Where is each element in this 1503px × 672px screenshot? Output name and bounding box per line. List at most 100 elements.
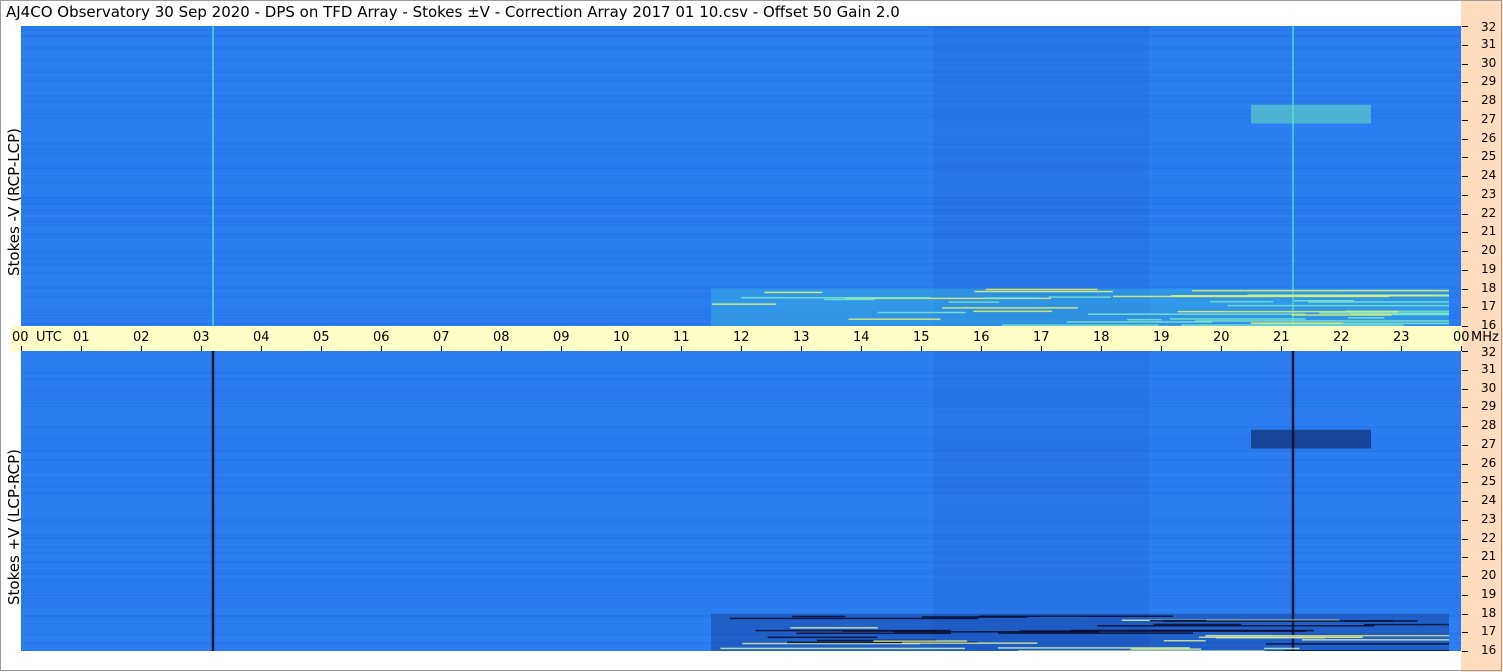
frequency-band [21,113,1461,115]
x-tick-label: 19 [1153,330,1170,345]
burst-streak [877,311,966,314]
burst-streak [711,303,777,305]
x-tick-label: 16 [973,330,990,345]
burst-streak [792,615,846,618]
bottom-spectrogram-plot [21,351,1461,651]
y-tick-label: 19 [1481,261,1497,276]
frequency-band [21,158,1461,160]
burst-streak [1347,317,1385,319]
x-tick-mark [201,346,202,351]
frequency-band [21,450,1461,452]
frequency-band [21,432,1461,434]
y-tick-mark [1462,288,1468,290]
frequency-band [21,525,1461,527]
y-tick-label: 27 [1481,436,1497,451]
frequency-band [21,281,1461,283]
burst-streak [893,630,1100,633]
frequency-band [21,573,1461,575]
y-tick-label: 20 [1481,243,1497,257]
frequency-band [21,272,1461,274]
frequency-band [21,50,1461,52]
frequency-band [21,161,1461,163]
x-tick-label: 17 [1033,330,1050,345]
frequency-band [21,260,1461,262]
frequency-band [21,83,1461,85]
frequency-band [21,71,1461,73]
frequency-band [21,516,1461,518]
burst-streak [1153,623,1242,626]
frequency-band [21,429,1461,431]
frequency-band [21,59,1461,61]
frequency-band [21,591,1461,593]
frequency-band [21,438,1461,440]
x-tick-mark [501,346,502,351]
frequency-band [21,402,1461,404]
frequency-band [21,29,1461,31]
burst-streak [985,288,1098,291]
frequency-band [21,453,1461,455]
y-tick-label: 17 [1481,624,1497,639]
frequency-band [21,164,1461,166]
frequency-band [21,92,1461,94]
y-tick-label: 23 [1481,186,1497,201]
frequency-band [21,603,1461,605]
burst-streak [1127,318,1162,321]
x-tick-mark [861,346,862,351]
burst-streak [796,632,951,635]
frequency-band [21,155,1461,157]
frequency-band [21,143,1461,145]
x-tick-mark [321,346,322,351]
frequency-band [21,444,1461,446]
frequency-band [21,597,1461,599]
frequency-band [21,191,1461,193]
frequency-band [21,110,1461,112]
frequency-band [21,522,1461,524]
burst-streak [1364,623,1449,626]
frequency-band [21,420,1461,422]
x-tick-label: 08 [493,330,510,345]
frequency-band [21,68,1461,70]
burst-streak [1293,300,1354,302]
burst-streak [1227,304,1449,307]
x-tick-label: 12 [733,330,750,345]
x-tick-label: 04 [253,330,270,345]
frequency-band [21,555,1461,557]
frequency-band [21,167,1461,169]
y-tick-mark [1462,82,1468,84]
frequency-band [21,606,1461,608]
x-tick-label: 09 [553,330,570,345]
x-tick-mark [1041,346,1042,351]
frequency-band [21,609,1461,611]
y-tick-mark [1462,44,1468,46]
y-tick-mark [1462,119,1468,121]
frequency-band [21,390,1461,392]
frequency-band [21,140,1461,142]
frequency-band [21,492,1461,494]
x-tick-label: 18 [1093,330,1110,345]
frequency-band [21,224,1461,226]
burst-streak [848,318,941,320]
frequency-band [21,405,1461,407]
y-tick-label: 17 [1481,299,1497,314]
frequency-band [21,504,1461,506]
frequency-band [21,230,1461,232]
burst-streak [790,627,879,629]
x-tick-label: 15 [913,330,930,345]
burst-streak [1018,650,1265,651]
frequency-band [21,519,1461,521]
frequency-band [21,594,1461,596]
frequency-band [21,567,1461,569]
frequency-band [21,414,1461,416]
frequency-band [21,372,1461,374]
frequency-band [21,480,1461,482]
noise-region [933,351,1149,651]
frequency-band [21,257,1461,259]
x-tick-label: 13 [793,330,810,345]
burst-streak [1264,647,1300,650]
y-tick-mark [1462,63,1468,65]
frequency-band [21,570,1461,572]
frequency-band [21,351,1461,353]
frequency-band [21,212,1461,214]
y-tick-mark [1462,232,1468,234]
y-tick-mark [1462,594,1468,596]
